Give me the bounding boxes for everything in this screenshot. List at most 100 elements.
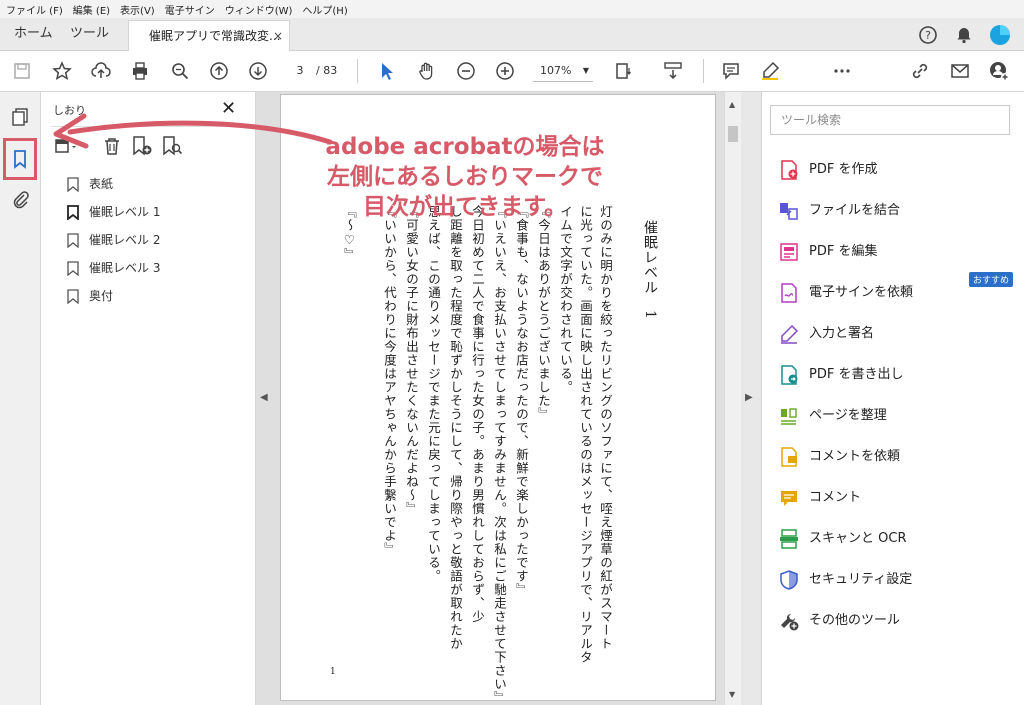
scan-ocr-icon	[780, 529, 798, 549]
toolbar-divider-2	[703, 59, 704, 83]
tool-search-input[interactable]: ツール検索	[770, 105, 1010, 135]
select-cursor-icon[interactable]	[376, 60, 398, 82]
highlight-pen-icon[interactable]	[759, 60, 781, 82]
tab-document[interactable]: 催眠アプリで常識改変... ×	[128, 20, 290, 51]
bookmark-item-label: 催眠レベル 3	[89, 261, 161, 275]
tool-fill-sign[interactable]: 入力と署名	[778, 321, 1018, 349]
combine-files-icon	[780, 203, 798, 220]
pane-splitter[interactable]: ▶	[741, 92, 761, 705]
page-number: 1	[330, 667, 336, 677]
text-column: 思えば、この通りメッセージでまた元に戻ってしまっている。	[426, 205, 441, 583]
star-icon[interactable]	[51, 60, 73, 82]
tab-close-icon[interactable]: ×	[273, 21, 283, 51]
hand-tool-icon[interactable]	[415, 60, 437, 82]
collapse-right-icon[interactable]: ▶	[745, 392, 753, 403]
request-comments-icon	[781, 447, 797, 467]
tool-request-esign[interactable]: 電子サインを依頼	[778, 280, 1018, 308]
create-pdf-icon	[781, 160, 798, 180]
annotation-line: 左側にあるしおりマークで	[327, 164, 603, 190]
vertical-scrollbar[interactable]: ▲ ▼	[724, 92, 741, 705]
page-thumbnails-icon[interactable]	[9, 106, 31, 128]
tool-label: セキュリティ設定	[809, 572, 913, 587]
bell-icon[interactable]	[953, 24, 975, 46]
tool-label: その他のツール	[809, 613, 901, 628]
print-icon[interactable]	[129, 60, 151, 82]
email-icon[interactable]	[949, 60, 971, 82]
annotation-arrow	[53, 113, 333, 149]
tool-export-pdf[interactable]: PDF を書き出し	[778, 362, 1018, 390]
bookmark-panel: しおり ✕ 表紙 催眠レベル 1 催眠レベル 2 催眠レベル 3 奥付	[41, 92, 256, 705]
annotation-text: adobe acrobatの場合は 左側にあるしおりマークで 目次が出てきます。	[300, 132, 630, 222]
text-column: に光っていた。画面に映し出されているのはメッセージアプリで、リアルタ	[578, 205, 593, 664]
annotation-line: 目次が出てきます。	[362, 194, 567, 220]
more-icon[interactable]	[831, 60, 853, 82]
comment-icon[interactable]	[720, 60, 742, 82]
tool-more-tools[interactable]: その他のツール	[778, 608, 1018, 636]
bookmark-item-label: 催眠レベル 2	[89, 233, 161, 247]
scroll-up-icon[interactable]: ▲	[729, 100, 735, 109]
export-pdf-icon	[781, 365, 798, 385]
tab-home[interactable]: ホーム	[14, 18, 53, 50]
tool-scan-ocr[interactable]: スキャンと OCR	[778, 526, 1018, 554]
menu-file[interactable]: ファイル (F)	[6, 2, 63, 17]
tool-create-pdf[interactable]: PDF を作成	[778, 157, 1018, 185]
zoom-in-icon[interactable]	[494, 60, 516, 82]
collapse-left-icon[interactable]: ◀	[260, 392, 268, 403]
menu-bar: ファイル (F) 編集 (E) 表示(V) 電子サイン ウィンドウ(W) ヘルプ…	[0, 0, 1024, 18]
add-user-icon[interactable]	[988, 60, 1010, 82]
menu-view[interactable]: 表示(V)	[120, 2, 155, 17]
left-rail	[0, 92, 41, 705]
tab-tools[interactable]: ツール	[70, 18, 109, 50]
page-total-value: 83	[323, 64, 338, 77]
scroll-mode-icon[interactable]	[662, 60, 684, 82]
tool-label: PDF を書き出し	[809, 367, 904, 382]
zoom-out-icon[interactable]	[455, 60, 477, 82]
text-column: イムで文字が交わされている。	[558, 205, 573, 394]
text-column: し距離を取った程度で恥ずかしそうにして、帰り際やっと敬語が取れたか	[448, 205, 463, 651]
page-fit-icon[interactable]	[612, 60, 634, 82]
zoom-select[interactable]: 107% ▼	[533, 61, 593, 82]
chevron-down-icon: ▼	[582, 66, 589, 75]
tool-organize-pages[interactable]: ページを整理	[778, 403, 1018, 431]
help-icon[interactable]: ?	[917, 24, 939, 46]
wrench-icon	[781, 613, 799, 631]
tool-label: 入力と署名	[809, 326, 875, 341]
tool-label: コメントを依頼	[809, 449, 901, 464]
comment-tool-icon	[781, 491, 797, 506]
text-column: 『今日はありがとうございました』	[536, 205, 551, 421]
bookmark-item-label: 奥付	[89, 289, 114, 303]
svg-text:?: ?	[925, 29, 931, 42]
menu-edit[interactable]: 編集 (E)	[73, 2, 110, 17]
page-separator: /	[316, 64, 320, 77]
tool-combine-files[interactable]: ファイルを結合	[778, 198, 1018, 226]
avatar[interactable]	[989, 24, 1011, 46]
zoom-search-icon[interactable]	[169, 60, 191, 82]
tool-comment[interactable]: コメント	[778, 485, 1018, 513]
menu-window[interactable]: ウィンドウ(W)	[225, 2, 293, 17]
tool-security[interactable]: セキュリティ設定	[778, 567, 1018, 595]
text-column: 『食事も、ないようなお店だったので、新鮮で楽しかったです』	[514, 205, 529, 597]
bookmark-icon[interactable]	[9, 148, 31, 170]
save-icon[interactable]	[11, 60, 33, 82]
scroll-down-icon[interactable]: ▼	[729, 690, 735, 699]
scrollbar-thumb[interactable]	[728, 126, 738, 142]
tool-label: PDF を編集	[809, 244, 878, 259]
upload-cloud-icon[interactable]	[90, 60, 112, 82]
tool-edit-pdf[interactable]: PDF を編集	[778, 239, 1018, 267]
page-down-icon[interactable]	[247, 60, 269, 82]
toolbar-divider	[357, 59, 358, 83]
bookmark-item-label: 催眠レベル 1	[89, 205, 161, 219]
text-column: 『いえいえ、お支払いさせてしまってすみません。次は私にご馳走させて下さい』	[492, 205, 507, 705]
bookmark-item-label: 表紙	[89, 177, 114, 191]
attachment-icon[interactable]	[9, 188, 31, 210]
tool-request-comments[interactable]: コメントを依頼	[778, 444, 1018, 472]
request-esign-icon	[781, 283, 797, 303]
tool-label: ページを整理	[809, 408, 887, 423]
share-link-icon[interactable]	[909, 60, 931, 82]
menu-help[interactable]: ヘルプ(H)	[302, 2, 347, 17]
page-up-icon[interactable]	[208, 60, 230, 82]
page-number-input[interactable]: 3	[287, 61, 313, 81]
tool-label: コメント	[809, 490, 862, 505]
menu-esign[interactable]: 電子サイン	[165, 2, 215, 17]
tool-label: PDF を作成	[809, 162, 878, 177]
